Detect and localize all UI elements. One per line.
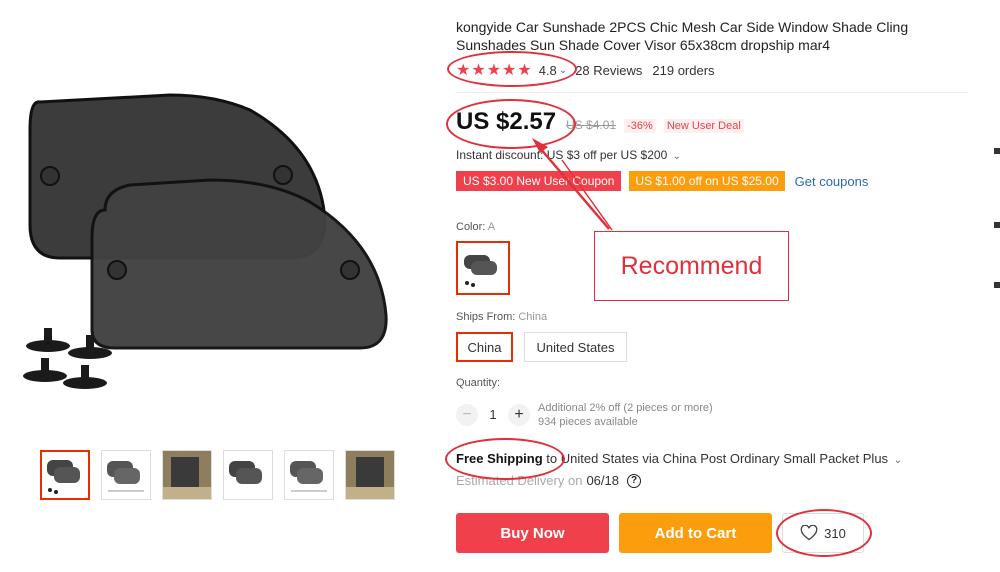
annotation-circle-wishlist	[776, 509, 872, 557]
product-title: kongyide Car Sunshade 2PCS Chic Mesh Car…	[456, 19, 909, 53]
orders-count: 219 orders	[652, 62, 715, 78]
thumbnail-5[interactable]	[284, 450, 334, 500]
instant-discount-text: Instant discount: US $3 off per US $200	[456, 148, 668, 162]
quantity-value[interactable]: 1	[486, 407, 500, 422]
edge-mark	[994, 282, 1000, 288]
shipping-method: to United States via China Post Ordinary…	[542, 451, 889, 466]
ship-option-united-states[interactable]: United States	[524, 332, 627, 362]
annotation-circle-free-shipping	[445, 438, 565, 480]
thumbnail-strip	[40, 450, 395, 500]
product-main-image	[0, 30, 420, 430]
color-value: A	[487, 221, 496, 233]
instant-discount[interactable]: Instant discount: US $3 off per US $200 …	[456, 148, 681, 162]
color-label: Color: A	[456, 221, 495, 233]
ship-option-china[interactable]: China	[456, 332, 513, 362]
get-coupons-link[interactable]: Get coupons	[795, 174, 869, 189]
help-icon[interactable]: ?	[627, 473, 641, 488]
ships-from-label: Ships From: China	[456, 311, 547, 323]
reviews-link[interactable]: 28 Reviews	[575, 63, 642, 78]
quantity-decrease-button[interactable]: −	[456, 404, 478, 426]
color-label-text: Color:	[456, 221, 486, 233]
chevron-down-icon: ⌄	[893, 455, 903, 466]
thumbnail-1[interactable]	[40, 450, 90, 500]
chevron-down-icon: ⌄	[672, 151, 681, 162]
ships-from-label-text: Ships From:	[456, 311, 516, 323]
thumbnail-6[interactable]	[345, 450, 395, 500]
edge-mark	[994, 222, 1000, 228]
quantity-info: Additional 2% off (2 pieces or more) 934…	[538, 401, 713, 429]
add-to-cart-button[interactable]: Add to Cart	[619, 513, 772, 553]
store-coupon[interactable]: US $1.00 off on US $25.00	[629, 171, 785, 191]
estimated-delivery-date: 06/18	[586, 473, 619, 488]
color-swatch-a[interactable]	[456, 241, 510, 295]
annotation-circle-rating	[447, 51, 577, 87]
divider	[456, 92, 968, 93]
stock-available-text: 934 pieces available	[538, 416, 638, 428]
coupon-row: US $3.00 New User Coupon US $1.00 off on…	[456, 171, 868, 191]
ships-from-value: China	[518, 311, 548, 323]
discount-badge: -36%	[624, 119, 656, 133]
new-user-coupon[interactable]: US $3.00 New User Coupon	[456, 171, 622, 191]
buy-now-button[interactable]: Buy Now	[456, 513, 609, 553]
quantity-label: Quantity:	[456, 377, 501, 389]
thumbnail-4[interactable]	[223, 450, 273, 500]
thumbnail-3[interactable]	[162, 450, 212, 500]
quantity-increase-button[interactable]: +	[508, 404, 530, 426]
annotation-circle-price	[446, 99, 576, 149]
recommend-annotation-box: Recommend	[594, 231, 789, 301]
thumbnail-2[interactable]	[101, 450, 151, 500]
edge-mark	[994, 148, 1000, 154]
bulk-discount-text: Additional 2% off (2 pieces or more)	[538, 402, 713, 414]
new-user-deal-badge: New User Deal	[663, 119, 744, 133]
